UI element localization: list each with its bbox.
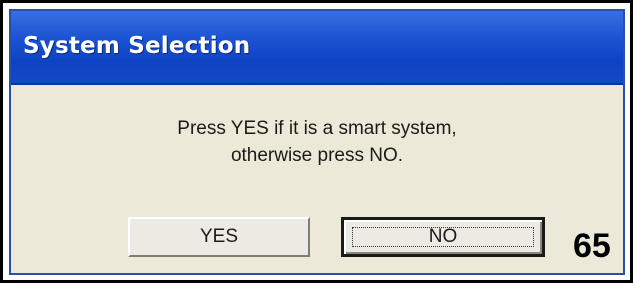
page-number: 65 — [573, 227, 611, 265]
system-selection-dialog: System Selection Press YES if it is a sm… — [9, 9, 625, 275]
window-title: System Selection — [23, 33, 251, 59]
figure-frame: System Selection Press YES if it is a sm… — [0, 0, 633, 283]
message-line-1: Press YES if it is a smart system, — [177, 118, 457, 139]
no-button[interactable]: NO — [341, 217, 545, 257]
title-bar[interactable]: System Selection — [11, 11, 623, 85]
yes-button-label: YES — [199, 226, 239, 247]
yes-button[interactable]: YES — [128, 217, 310, 257]
no-button-label: NO — [428, 226, 458, 247]
message-line-2: otherwise press NO. — [230, 145, 404, 166]
dialog-message: Press YES if it is a smart system, other… — [11, 115, 623, 169]
